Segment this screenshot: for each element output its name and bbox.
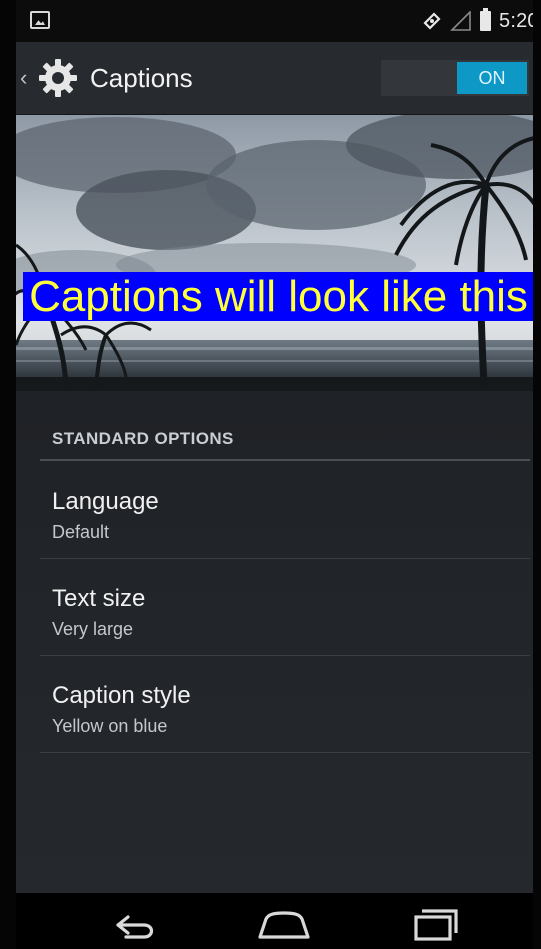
recent-apps-icon[interactable]: [406, 907, 466, 943]
toggle-on-label: ON: [457, 62, 527, 94]
picture-notification-icon: [30, 11, 50, 29]
back-icon[interactable]: [104, 907, 164, 943]
item-divider: [40, 752, 530, 753]
gear-icon[interactable]: [36, 56, 80, 100]
screen: 5:20 ‹ Captions ON Captions will look li…: [16, 0, 541, 949]
setting-summary: Yellow on blue: [52, 716, 168, 736]
setting-title: Text size: [52, 585, 146, 612]
device-bezel-left: [0, 0, 16, 949]
setting-language[interactable]: Language Default: [40, 463, 530, 559]
caption-sample-span: Captions will look like this: [23, 272, 534, 321]
signal-icon: [450, 11, 471, 31]
setting-caption-style[interactable]: Caption style Yellow on blue: [40, 657, 530, 753]
home-icon[interactable]: [254, 907, 314, 943]
navigation-bar: [16, 893, 541, 949]
caption-preview: Captions will look like this: [16, 115, 541, 391]
captions-toggle[interactable]: ON: [381, 60, 529, 96]
item-divider: [40, 558, 530, 559]
chevron-left-icon[interactable]: ‹: [20, 64, 27, 92]
action-bar: ‹ Captions ON: [16, 42, 541, 115]
status-icons: 5:20: [422, 0, 541, 42]
caption-sample-text: Captions will look like this: [16, 271, 541, 323]
section-header: STANDARD OPTIONS: [52, 429, 234, 448]
sync-icon: [423, 12, 441, 30]
setting-summary: Very large: [52, 619, 134, 639]
item-divider: [40, 655, 530, 656]
page-title: Captions: [90, 63, 193, 93]
setting-title: Language: [52, 488, 159, 515]
setting-text-size[interactable]: Text size Very large: [40, 560, 530, 656]
section-divider: [40, 459, 530, 461]
status-bar: 5:20: [16, 0, 541, 42]
settings-list: STANDARD OPTIONS Language Default Text s…: [16, 391, 541, 893]
battery-icon: [480, 8, 491, 31]
setting-title: Caption style: [52, 682, 191, 709]
device-bezel-right: [533, 0, 541, 949]
beach-preview-image: [16, 115, 541, 391]
setting-summary: Default: [52, 522, 110, 542]
